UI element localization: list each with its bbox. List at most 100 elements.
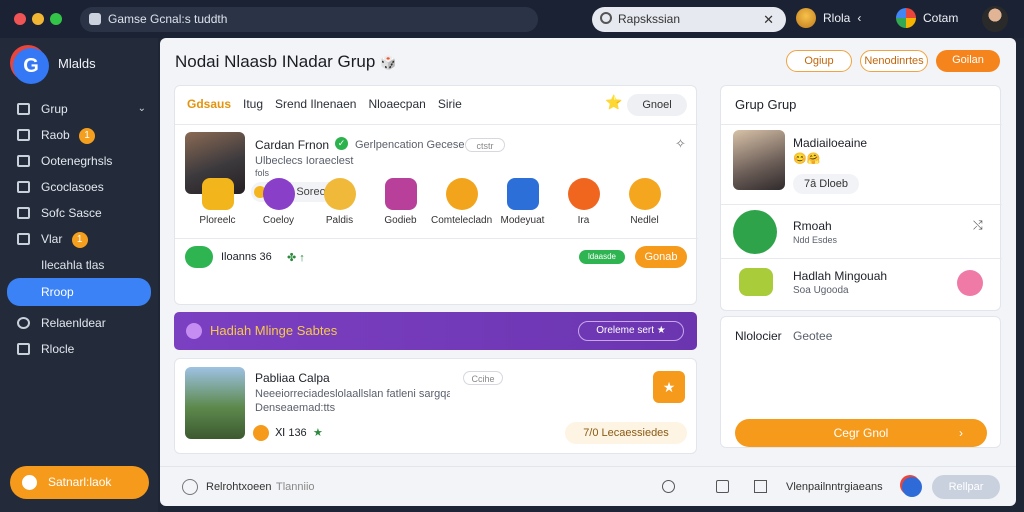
footer-link-2[interactable]: Tlanniio (276, 481, 315, 493)
group-panel: Grup Grup Madiailoeaine 😊🤗 7ā Dloeb Rmoa… (720, 85, 1002, 311)
author-photo[interactable] (185, 367, 245, 439)
search-bar[interactable]: Rapskssian ✕ (592, 7, 786, 32)
brand-name: Mlalds (58, 56, 96, 71)
member-chip[interactable]: 7ā Dloeb (793, 174, 859, 194)
user-chip-2[interactable]: Cotam (896, 8, 958, 28)
sidebar-item-vlar[interactable]: Vlar 1 (0, 226, 158, 252)
sidebar-item-folder[interactable]: Sofc Sasce (0, 200, 158, 226)
item-name[interactable]: Hadlah Mingouah (793, 269, 887, 283)
sidebar-cta-button[interactable]: Satnarl:laok (10, 466, 149, 499)
check-icon[interactable] (185, 246, 213, 268)
count-badge: 1 (71, 231, 88, 248)
tab-sirie[interactable]: Sirie (438, 94, 462, 114)
category-ira[interactable]: Ira (553, 178, 614, 226)
feed-tabs: Gdsaus Itug Srend Ilnenaen Nloaecpan Sir… (187, 94, 462, 114)
user-icon (17, 155, 30, 167)
category-label: Coeloy (262, 215, 295, 226)
tab-itug[interactable]: Itug (243, 94, 263, 114)
join-label: Cegr Gnol (833, 426, 889, 440)
more-icon[interactable]: ✧ (675, 136, 686, 152)
banner-button[interactable]: Oreleme sert ★ (578, 321, 684, 341)
sidebar-item-search[interactable]: Relaenldear (0, 310, 158, 336)
browser-bar: Gamse Gcnal:s tuddth Rapskssian ✕ Rlola … (0, 0, 1024, 38)
sidebar-item-active[interactable]: Rroop (7, 278, 151, 306)
promo-banner[interactable]: Hadiah Mlinge Sabtes Oreleme sert ★ (174, 312, 697, 350)
car-icon[interactable] (739, 268, 773, 296)
member-photo[interactable] (733, 130, 785, 190)
minimize-window-button[interactable] (32, 13, 44, 25)
stats-text: Iloanns 36 (221, 251, 272, 263)
post-pill[interactable]: 7/0 Lecaessiedes (565, 422, 687, 444)
sidebar-item-label: Ootenegrhsls (41, 154, 113, 168)
category-modeyuat[interactable]: Modeyuat (492, 178, 553, 226)
close-window-button[interactable] (14, 13, 26, 25)
star-icon[interactable]: ⭐ (605, 94, 622, 111)
post-author[interactable]: Pabliaa Calpa (255, 371, 330, 385)
main-area: Nodai Nlaasb INadar Grup 🎲 Ogiup Nenodin… (160, 38, 1016, 506)
page-title: Nodai Nlaasb INadar Grup 🎲 (175, 52, 396, 72)
chevron-down-icon[interactable]: ⌄ (138, 96, 146, 122)
info-icon[interactable] (182, 479, 198, 495)
page-title-text: Nodai Nlaasb INadar Grup (175, 52, 376, 71)
groot-button[interactable]: Gnoel (627, 94, 687, 116)
sidebar-nav: Grup ⌄ Raob 1 Ootenegrhsls Gcoclasoes So… (0, 96, 158, 362)
join-button[interactable]: Cegr Gnol › (735, 419, 987, 447)
sidebar-item-grup[interactable]: Grup ⌄ (0, 96, 158, 122)
stats-button[interactable]: Gonab (635, 246, 687, 268)
media-icon (17, 343, 30, 355)
post-author[interactable]: Cardan Frnon (255, 138, 329, 152)
sidebar-section-label[interactable]: Ilecahla tlas (0, 252, 158, 278)
category-ploreelc[interactable]: Ploreelc (187, 178, 248, 226)
footer-link-1[interactable]: Relrohtxoeen (206, 481, 271, 493)
category-nedlel[interactable]: Nedlel (614, 178, 675, 226)
tab-gdsaus[interactable]: Gdsaus (187, 94, 231, 114)
sidebar-item-media[interactable]: Rlocle (0, 336, 158, 362)
header-button-2[interactable]: Nenodinrtes (860, 50, 928, 72)
maximize-window-button[interactable] (50, 13, 62, 25)
favorite-button[interactable]: ★ (653, 371, 685, 403)
header-button-1[interactable]: Ogiup (786, 50, 852, 72)
clear-search-button[interactable]: ✕ (763, 7, 774, 32)
coins-pin-icon (445, 178, 478, 210)
arrow-right-icon: › (959, 426, 963, 440)
home-icon[interactable] (754, 480, 767, 493)
stats-badge: ldaasde (579, 250, 625, 264)
grid-icon[interactable] (716, 480, 729, 493)
sidebar-item-users[interactable]: Ootenegrhsls (0, 148, 158, 174)
tab-srend[interactable]: Srend Ilnenaen (275, 94, 356, 114)
category-comtele[interactable]: Comtelecladns (431, 178, 492, 226)
tab-nloaecpan[interactable]: Nloaecpan (368, 94, 425, 114)
category-coeloy[interactable]: Coeloy (248, 178, 309, 226)
divider (721, 124, 1002, 125)
post-card: Pabliaa Calpa Ccihe Neeeiorreciadeslolaa… (174, 358, 697, 454)
tab-title: Gamse Gcnal:s tuddth (108, 12, 228, 26)
sidebar-item-label: Raob (41, 128, 70, 142)
sidebar-item-raob[interactable]: Raob 1 (0, 122, 158, 148)
sidebar-item-label: Relaenldear (41, 316, 106, 330)
shuffle-icon[interactable]: ⤭ (973, 218, 983, 233)
category-paldis[interactable]: Paldis (309, 178, 370, 226)
divider (721, 258, 1002, 259)
header-button-primary[interactable]: Goilan (936, 50, 1000, 72)
user-chip-1[interactable]: Rlola ‹ (796, 8, 861, 28)
page-icon (89, 13, 101, 25)
member-name[interactable]: Madiailoeaine (793, 136, 867, 150)
chat-icon[interactable] (662, 480, 675, 493)
search-input[interactable]: Rapskssian (618, 12, 680, 26)
profile-avatar[interactable] (982, 6, 1008, 32)
app-logo[interactable]: G (13, 48, 49, 84)
browser-tab[interactable]: Gamse Gcnal:s tuddth (80, 7, 538, 32)
group-name[interactable]: Rmoah (793, 219, 832, 233)
chevron-right-icon[interactable] (957, 270, 983, 296)
footer-link-3[interactable]: Vlenpailnntrgiaeans (786, 481, 883, 493)
sidebar-item-people[interactable]: Gcoclasoes (0, 174, 158, 200)
category-godieb[interactable]: Godieb (370, 178, 431, 226)
footer-button[interactable]: Rellpar (932, 475, 1000, 499)
stats-extra: ✤ ↑ (287, 252, 305, 264)
back-arrow-icon[interactable]: ‹ (857, 11, 861, 25)
note-title: Nlolocier (735, 329, 782, 343)
brand-icon[interactable] (902, 477, 922, 497)
pill-label: 7/0 Lecaessiedes (583, 427, 669, 439)
dice-icon: 🎲 (380, 55, 397, 70)
group-avatar-icon[interactable] (733, 210, 777, 254)
